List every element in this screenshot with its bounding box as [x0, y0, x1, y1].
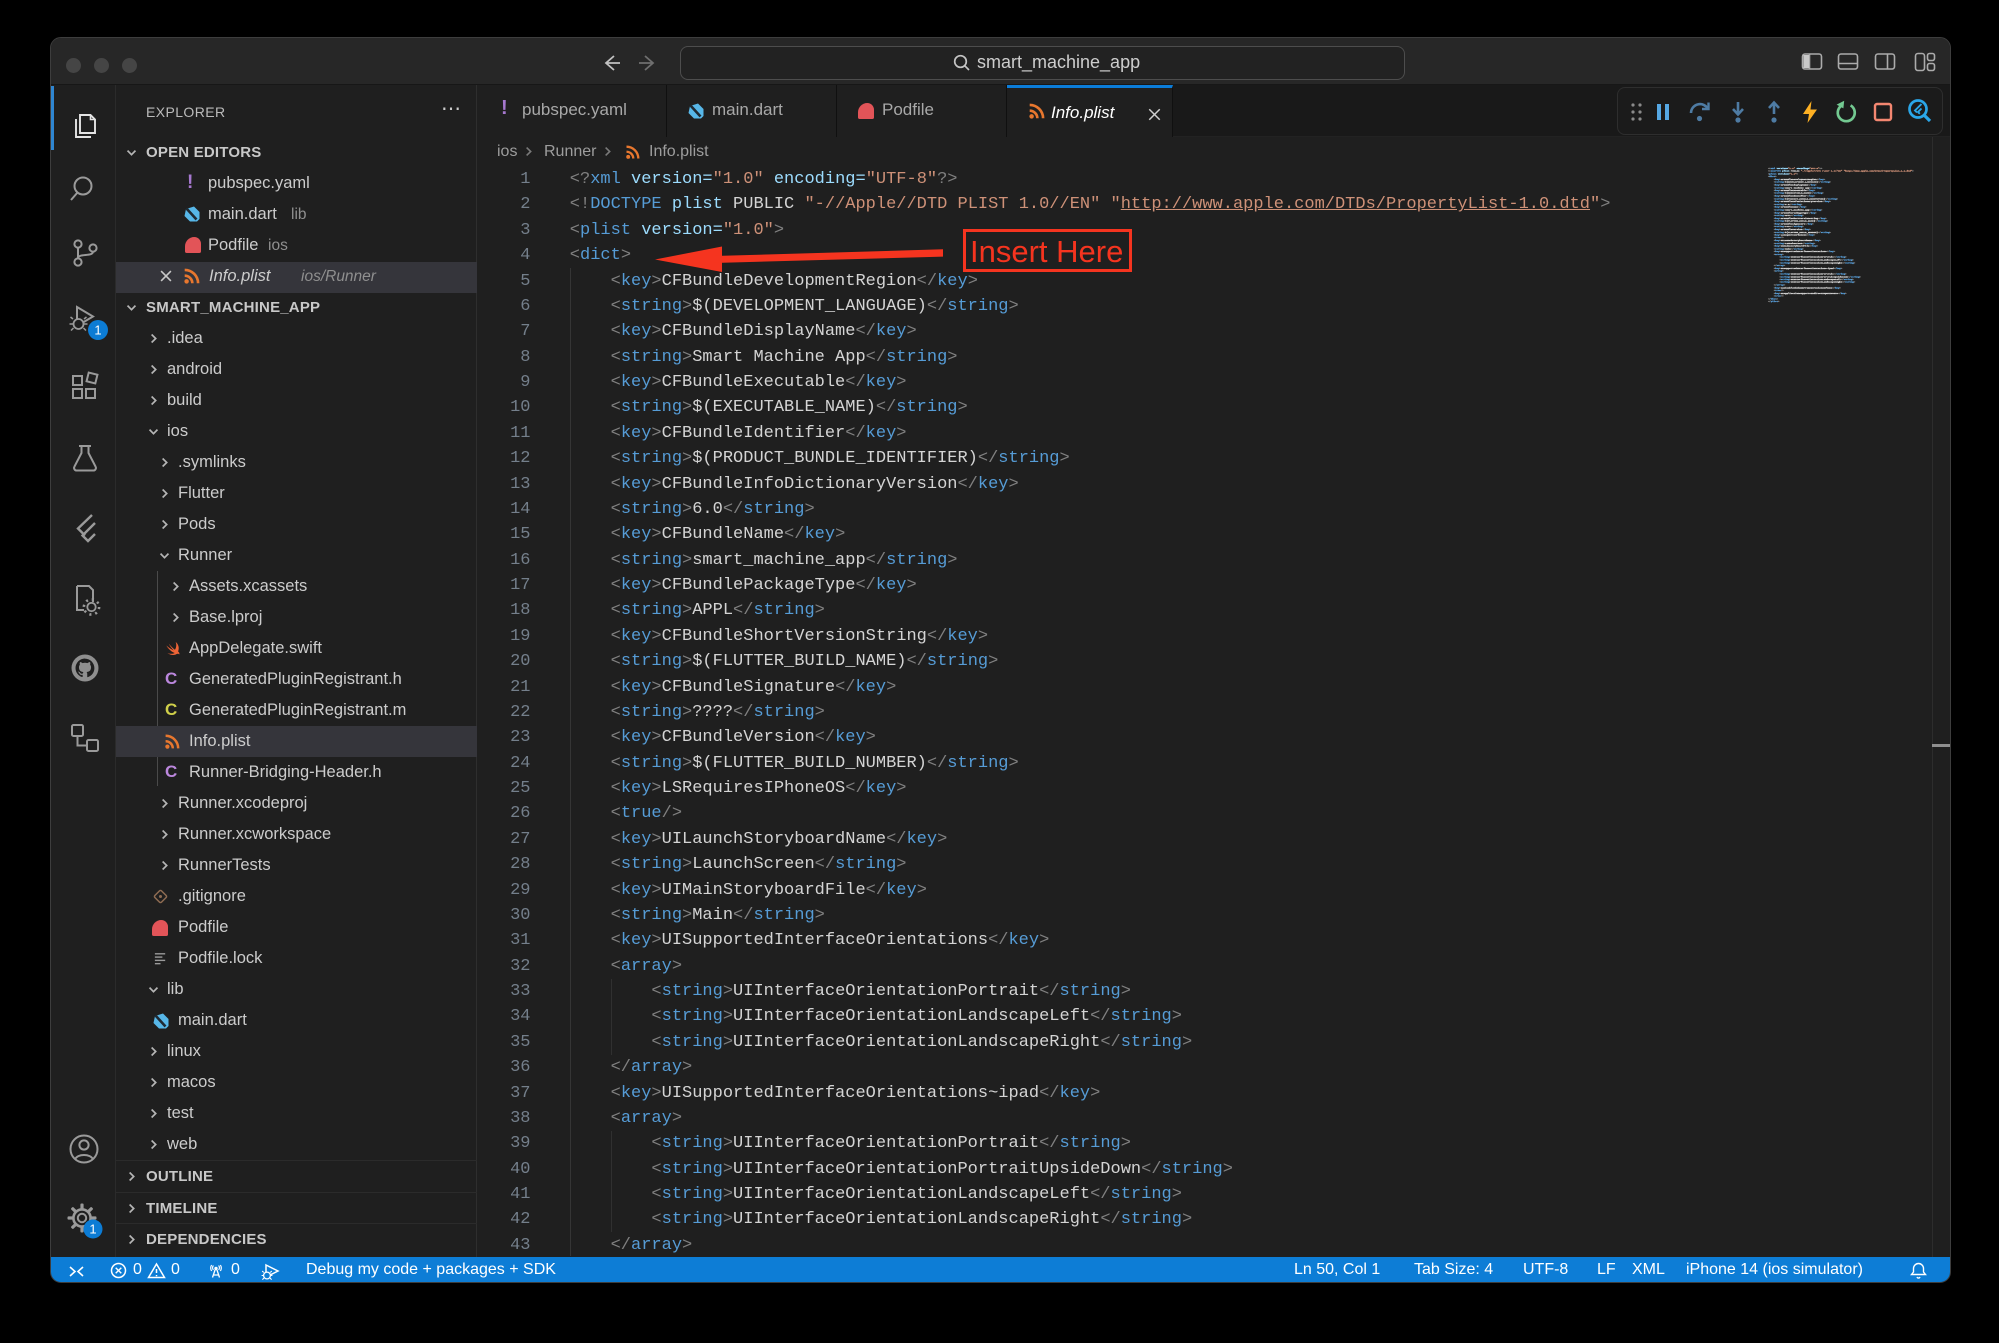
svg-text:1: 1	[89, 1222, 96, 1237]
svg-text:1: 1	[94, 323, 101, 338]
